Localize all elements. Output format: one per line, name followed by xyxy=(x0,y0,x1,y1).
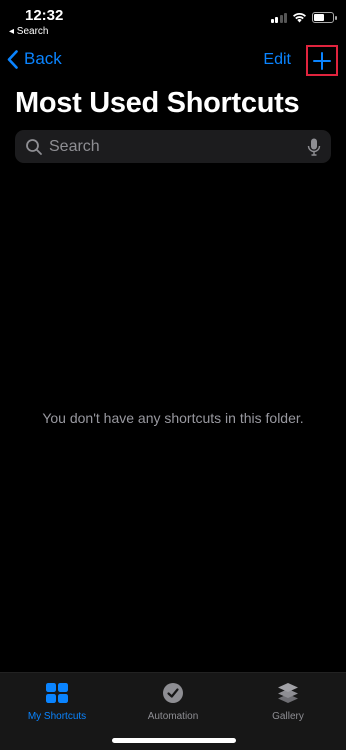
tab-label: My Shortcuts xyxy=(27,711,87,722)
tab-label: Automation xyxy=(147,711,199,722)
empty-folder-message: You don't have any shortcuts in this fol… xyxy=(42,410,304,426)
microphone-icon[interactable] xyxy=(307,138,321,156)
back-label: Back xyxy=(24,49,62,68)
status-time: 12:32 xyxy=(25,7,64,24)
clock-check-icon xyxy=(163,683,183,703)
wifi-icon xyxy=(293,12,306,23)
back-to-app-link[interactable]: ◂ Search xyxy=(9,26,48,37)
tab-gallery[interactable]: Gallery xyxy=(238,681,338,722)
search-input[interactable] xyxy=(49,137,307,156)
tab-my-shortcuts[interactable]: My Shortcuts xyxy=(7,681,107,722)
status-bar: 12:32 ◂ Search xyxy=(0,0,346,40)
page-title: Most Used Shortcuts xyxy=(15,87,300,119)
battery-icon xyxy=(312,12,337,23)
tab-label: Gallery xyxy=(272,711,304,722)
layers-icon xyxy=(278,683,298,703)
status-icons xyxy=(270,12,337,23)
navigation-bar: Back Edit xyxy=(0,44,346,78)
chevron-left-icon xyxy=(7,49,18,69)
tab-automation[interactable]: Automation xyxy=(123,681,223,722)
add-shortcut-button[interactable] xyxy=(306,45,338,76)
plus-icon xyxy=(313,51,331,70)
edit-button[interactable]: Edit xyxy=(263,51,291,69)
search-icon xyxy=(26,138,42,155)
home-indicator[interactable] xyxy=(112,738,236,743)
grid-icon xyxy=(46,683,68,703)
back-button[interactable]: Back xyxy=(7,49,62,69)
search-bar[interactable] xyxy=(15,130,331,163)
signal-icon xyxy=(270,12,287,23)
